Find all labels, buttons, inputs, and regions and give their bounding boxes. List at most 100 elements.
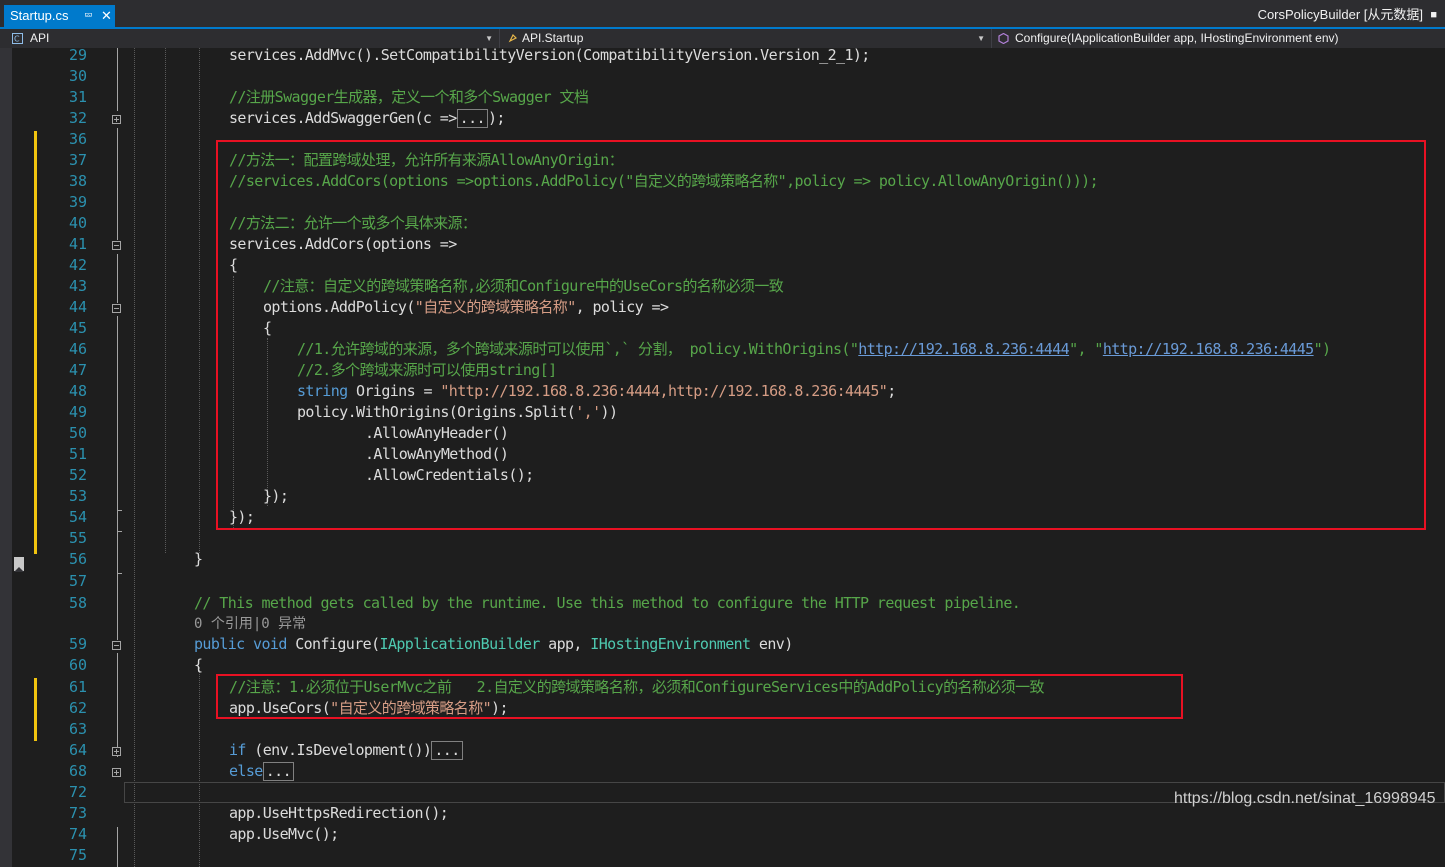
- line-number: 36: [68, 130, 87, 148]
- codelens-references[interactable]: 0 个引用|0 异常: [194, 615, 306, 634]
- chevron-down-icon: ▼: [977, 34, 985, 43]
- line-number: 75: [68, 846, 87, 864]
- csharp-project-icon: C: [12, 33, 23, 44]
- line-number: 41: [68, 235, 87, 253]
- line-number: 46: [68, 340, 87, 358]
- code-line: 60 {: [0, 655, 1445, 676]
- line-number: 51: [68, 445, 87, 463]
- line-number: 44: [68, 298, 87, 316]
- code-line: 75: [0, 845, 1445, 866]
- type-label: API.Startup: [522, 31, 584, 45]
- highlight-box-usecors: [216, 674, 1183, 719]
- line-number: 68: [68, 762, 87, 780]
- line-number: 58: [68, 594, 87, 612]
- tab-startup-cs[interactable]: Startup.cs ⮹ ✕: [4, 5, 115, 27]
- code-keyword: void: [253, 635, 287, 653]
- member-label: Configure(IApplicationBuilder app, IHost…: [1015, 31, 1339, 45]
- pin-icon[interactable]: ⮹: [84, 5, 93, 27]
- project-label: API: [30, 31, 50, 45]
- code-keyword: public: [194, 635, 245, 653]
- code-keyword: if: [229, 741, 246, 759]
- line-number: 32: [68, 109, 87, 127]
- line-number: 50: [68, 424, 87, 442]
- line-number: 38: [68, 172, 87, 190]
- code-type: IApplicationBuilder: [379, 635, 541, 653]
- line-number: 55: [68, 529, 87, 547]
- line-number: 29: [68, 48, 87, 64]
- project-dropdown[interactable]: C API ▼: [0, 29, 500, 48]
- line-number: 40: [68, 214, 87, 232]
- code-line: 74 app.UseMvc();: [0, 824, 1445, 845]
- line-number: 37: [68, 151, 87, 169]
- document-tab-strip: Startup.cs ⮹ ✕ CorsPolicyBuilder [从元数据] …: [0, 0, 1445, 29]
- collapsed-region[interactable]: ...: [431, 741, 463, 760]
- close-icon[interactable]: ✕: [101, 5, 112, 27]
- line-number: 52: [68, 466, 87, 484]
- line-number: 59: [68, 635, 87, 653]
- code-comment: // This method gets called by the runtim…: [194, 594, 1021, 612]
- line-number: 39: [68, 193, 87, 211]
- code-text: }: [194, 550, 203, 568]
- method-icon: [998, 33, 1009, 44]
- code-line: 30: [0, 66, 1445, 87]
- line-number: 64: [68, 741, 87, 759]
- line-number: 74: [68, 825, 87, 843]
- code-text: services.AddSwaggerGen(c =>...);: [229, 108, 505, 129]
- collapsed-region[interactable]: ...: [456, 109, 488, 128]
- code-line: 59 public void Configure(IApplicationBui…: [0, 634, 1445, 655]
- line-number: 63: [68, 720, 87, 738]
- code-text: {: [194, 656, 203, 674]
- code-text: services.AddMvc().SetCompatibilityVersio…: [229, 48, 870, 64]
- code-type: IHostingEnvironment: [590, 635, 751, 653]
- code-line: 55: [0, 528, 1445, 549]
- highlight-box-addcors: [216, 140, 1426, 530]
- tab-cors-policy-builder[interactable]: CorsPolicyBuilder [从元数据]: [1258, 6, 1423, 24]
- code-line: 57: [0, 571, 1445, 592]
- code-line: 64 if (env.IsDevelopment())...: [0, 740, 1445, 761]
- line-number: 57: [68, 572, 87, 590]
- collapsed-region[interactable]: ...: [262, 762, 295, 781]
- code-text: if (env.IsDevelopment())...: [229, 740, 463, 761]
- code-line: 29 services.AddMvc().SetCompatibilityVer…: [0, 48, 1445, 66]
- code-text: app.UseMvc();: [229, 825, 339, 843]
- line-number: 53: [68, 487, 87, 505]
- code-text: app.UseHttpsRedirection();: [229, 804, 449, 822]
- navigation-bar: C API ▼ API.Startup ▼ Configure(IApplica…: [0, 29, 1445, 48]
- member-dropdown[interactable]: Configure(IApplicationBuilder app, IHost…: [994, 29, 1445, 48]
- tab-label: Startup.cs: [10, 8, 69, 23]
- code-token: Configure(: [286, 635, 380, 653]
- code-line: 32 services.AddSwaggerGen(c =>...);: [0, 108, 1445, 129]
- line-number: 62: [68, 699, 87, 717]
- line-number: 73: [68, 804, 87, 822]
- code-token: (env.IsDevelopment()): [245, 741, 432, 759]
- code-editor[interactable]: 29 services.AddMvc().SetCompatibilityVer…: [0, 48, 1445, 867]
- line-number: 30: [68, 67, 87, 85]
- watermark: https://blog.csdn.net/sinat_16998945: [1174, 790, 1436, 807]
- line-number: 54: [68, 508, 87, 526]
- pin-icon[interactable]: ■: [1430, 6, 1437, 24]
- code-line: 56 }: [0, 549, 1445, 570]
- code-text: else...: [229, 761, 295, 782]
- svg-text:C: C: [14, 35, 20, 44]
- code-token: );: [487, 109, 505, 127]
- code-token: env): [750, 635, 793, 653]
- line-number: 56: [68, 550, 87, 568]
- code-token: app,: [539, 635, 591, 653]
- line-number: 43: [68, 277, 87, 295]
- code-comment: //注册Swagger生成器，定义一个和多个Swagger 文档: [229, 88, 589, 106]
- line-number: 42: [68, 256, 87, 274]
- code-text: public void Configure(IApplicationBuilde…: [194, 634, 793, 655]
- code-line: 68 else...: [0, 761, 1445, 782]
- chevron-down-icon: ▼: [485, 34, 493, 43]
- line-number: 61: [68, 678, 87, 696]
- class-icon: [508, 33, 518, 43]
- line-number: 49: [68, 403, 87, 421]
- code-line: 58 // This method gets called by the run…: [0, 593, 1445, 614]
- type-dropdown[interactable]: API.Startup ▼: [502, 29, 992, 48]
- line-number: 31: [68, 88, 87, 106]
- line-number: 48: [68, 382, 87, 400]
- code-keyword: else: [229, 762, 263, 780]
- code-line: 63: [0, 719, 1445, 740]
- line-number: 47: [68, 361, 87, 379]
- code-token: services.AddSwaggerGen(c =>: [229, 109, 457, 127]
